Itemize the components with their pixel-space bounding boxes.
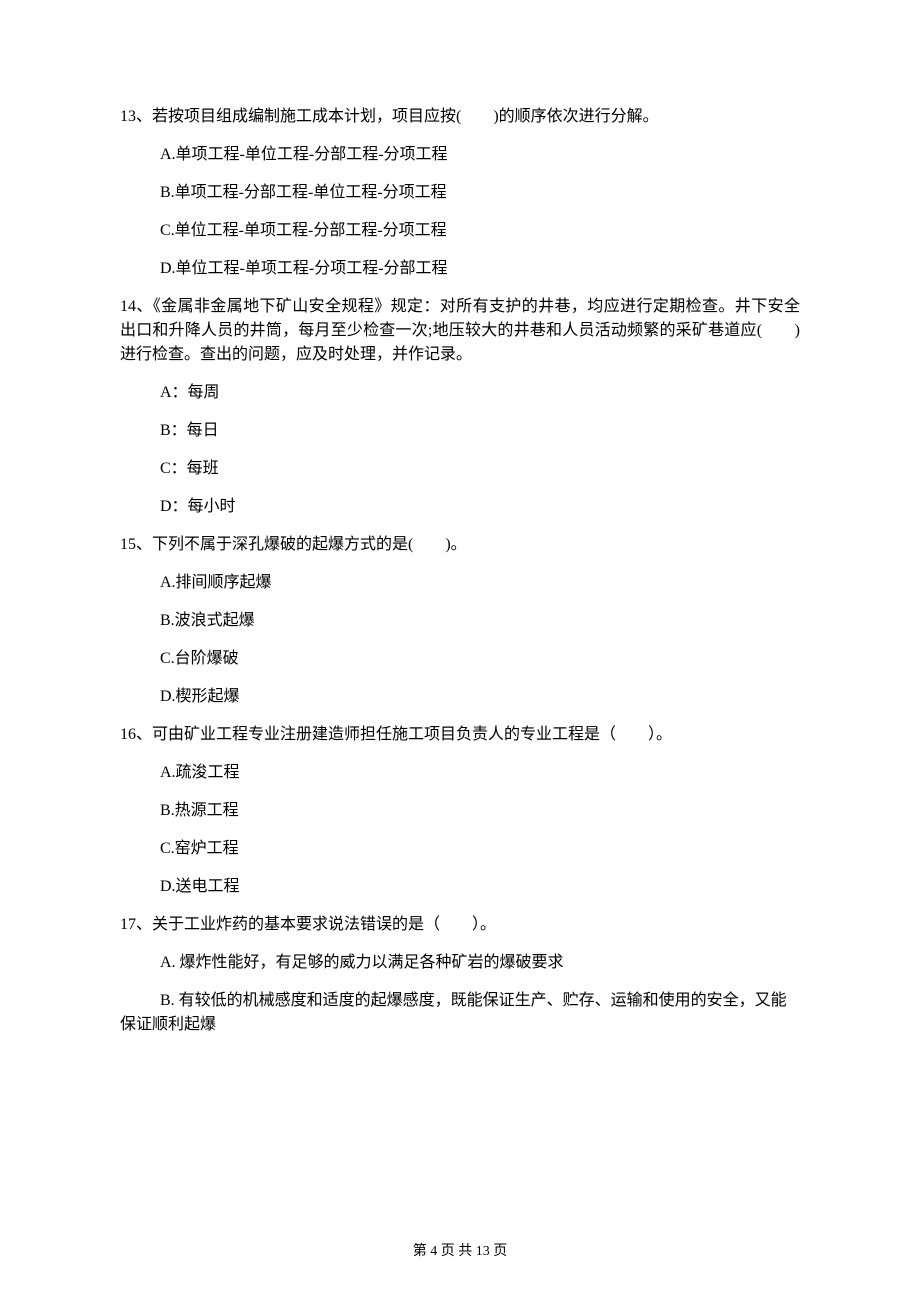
question-body: 《金属非金属地下矿山安全规程》规定：对所有支护的井巷，均应进行定期检查。井下安全…: [120, 298, 800, 363]
question-body: 下列不属于深孔爆破的起爆方式的是( )。: [152, 536, 467, 553]
option-a: A.排间顺序起爆: [160, 571, 800, 595]
option-c: C：每班: [160, 457, 800, 481]
option-b-line1: B. 有较低的机械感度和适度的起爆感度，既能保证生产、贮存、运输和使用的安全，又…: [120, 992, 787, 1033]
option-c: C.台阶爆破: [160, 647, 800, 671]
options-list: A. 爆炸性能好，有足够的威力以满足各种矿岩的爆破要求 B. 有较低的机械感度和…: [120, 951, 800, 1037]
document-page: 13、若按项目组成编制施工成本计划，项目应按( )的顺序依次进行分解。 A.单项…: [0, 0, 920, 1302]
options-list: A.排间顺序起爆 B.波浪式起爆 C.台阶爆破 D.楔形起爆: [120, 571, 800, 709]
option-a: A. 爆炸性能好，有足够的威力以满足各种矿岩的爆破要求: [160, 951, 800, 975]
page-footer: 第 4 页 共 13 页: [0, 1241, 920, 1262]
option-c: C.单位工程-单项工程-分部工程-分项工程: [160, 219, 800, 243]
option-a: A：每周: [160, 381, 800, 405]
question-body: 若按项目组成编制施工成本计划，项目应按( )的顺序依次进行分解。: [152, 108, 659, 125]
question-text: 16、可由矿业工程专业注册建造师担任施工项目负责人的专业工程是（ ）。: [120, 723, 800, 747]
question-15: 15、下列不属于深孔爆破的起爆方式的是( )。 A.排间顺序起爆 B.波浪式起爆…: [120, 533, 800, 709]
option-b: B：每日: [160, 419, 800, 443]
option-c: C.窑炉工程: [160, 837, 800, 861]
question-number: 17、: [120, 916, 152, 933]
question-text: 13、若按项目组成编制施工成本计划，项目应按( )的顺序依次进行分解。: [120, 105, 800, 129]
option-a: A.单项工程-单位工程-分部工程-分项工程: [160, 143, 800, 167]
question-text: 14、《金属非金属地下矿山安全规程》规定：对所有支护的井巷，均应进行定期检查。井…: [120, 295, 800, 367]
options-list: A.单项工程-单位工程-分部工程-分项工程 B.单项工程-分部工程-单位工程-分…: [120, 143, 800, 281]
question-13: 13、若按项目组成编制施工成本计划，项目应按( )的顺序依次进行分解。 A.单项…: [120, 105, 800, 281]
options-list: A：每周 B：每日 C：每班 D：每小时: [120, 381, 800, 519]
question-body: 关于工业炸药的基本要求说法错误的是（ ）。: [152, 916, 496, 933]
options-list: A.疏浚工程 B.热源工程 C.窑炉工程 D.送电工程: [120, 761, 800, 899]
question-body: 可由矿业工程专业注册建造师担任施工项目负责人的专业工程是（ ）。: [152, 726, 672, 743]
question-14: 14、《金属非金属地下矿山安全规程》规定：对所有支护的井巷，均应进行定期检查。井…: [120, 295, 800, 519]
question-number: 15、: [120, 536, 152, 553]
option-b: B.单项工程-分部工程-单位工程-分项工程: [160, 181, 800, 205]
question-number: 13、: [120, 108, 152, 125]
option-d: D.楔形起爆: [160, 685, 800, 709]
option-a: A.疏浚工程: [160, 761, 800, 785]
question-text: 15、下列不属于深孔爆破的起爆方式的是( )。: [120, 533, 800, 557]
question-text: 17、关于工业炸药的基本要求说法错误的是（ ）。: [120, 913, 800, 937]
option-d: D：每小时: [160, 495, 800, 519]
question-16: 16、可由矿业工程专业注册建造师担任施工项目负责人的专业工程是（ ）。 A.疏浚…: [120, 723, 800, 899]
question-17: 17、关于工业炸药的基本要求说法错误的是（ ）。 A. 爆炸性能好，有足够的威力…: [120, 913, 800, 1037]
option-b: B.热源工程: [160, 799, 800, 823]
question-number: 14、: [120, 298, 153, 315]
option-d: D.单位工程-单项工程-分项工程-分部工程: [160, 257, 800, 281]
option-d: D.送电工程: [160, 875, 800, 899]
option-b: B.波浪式起爆: [160, 609, 800, 633]
option-b: B. 有较低的机械感度和适度的起爆感度，既能保证生产、贮存、运输和使用的安全，又…: [120, 989, 800, 1037]
question-number: 16、: [120, 726, 152, 743]
